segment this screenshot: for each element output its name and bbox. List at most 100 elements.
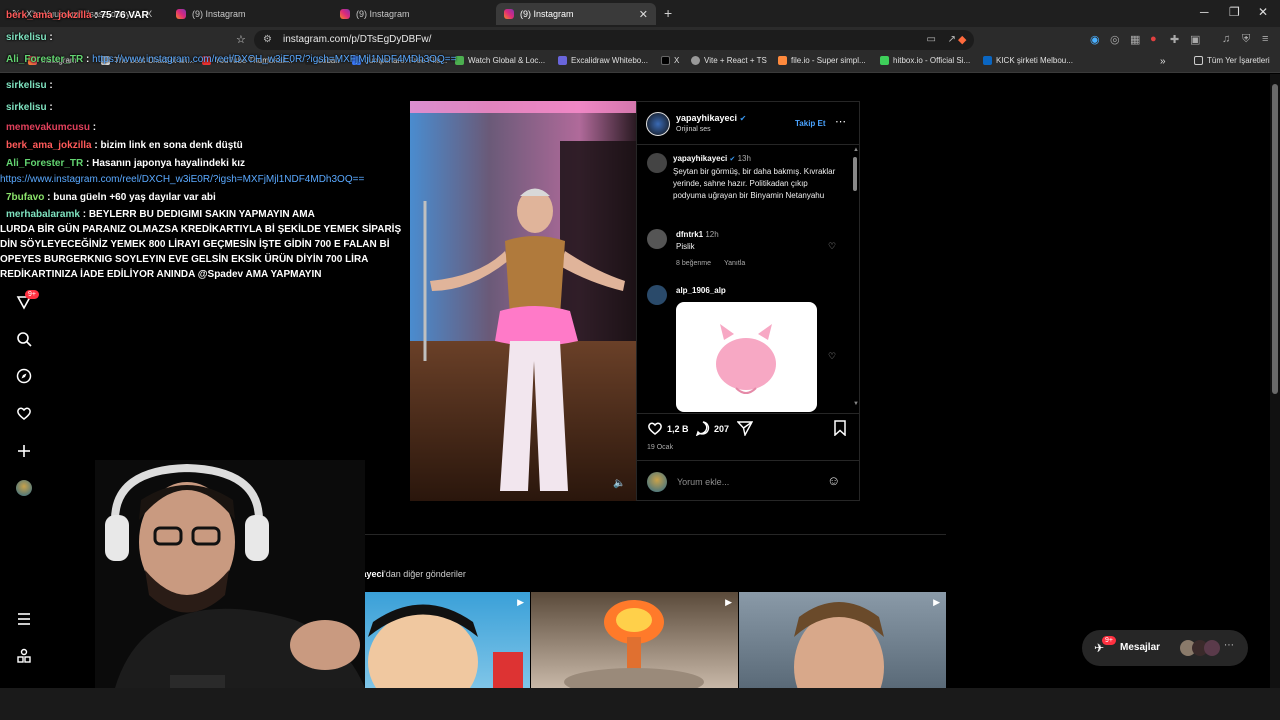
bookmark-star-icon[interactable]: ☆ bbox=[236, 33, 246, 46]
bookmark-fileio[interactable]: file.io - Super simpl... bbox=[778, 56, 866, 65]
minimize-icon[interactable]: ─ bbox=[1200, 5, 1209, 19]
chat-message: REDİKARTINIZA İADE EDİLİYOR ANINDA @Spad… bbox=[0, 267, 321, 282]
close-window-icon[interactable]: ✕ bbox=[1258, 5, 1268, 19]
bookmark-kick-linkedin[interactable]: KICK şirketi Melbou... bbox=[983, 56, 1073, 65]
comment-likes[interactable]: 8 beğenme bbox=[676, 260, 711, 267]
tab-label: (9) Instagram bbox=[520, 9, 574, 19]
tab-instagram-2[interactable]: (9) Instagram bbox=[332, 3, 492, 25]
comment-user[interactable]: dfntrk1 bbox=[676, 230, 703, 239]
heart-icon[interactable] bbox=[14, 403, 34, 423]
streamer-webcam bbox=[95, 460, 365, 688]
chat-message: memevakumcusu : bbox=[6, 120, 96, 135]
messages-button[interactable]: ✈ 9+ Mesajlar ⋯ bbox=[1082, 630, 1248, 666]
chat-separator: : bbox=[79, 209, 89, 220]
vpn-icon[interactable]: ⛨ bbox=[1242, 33, 1250, 46]
save-button[interactable] bbox=[833, 420, 847, 441]
bookmark-watch-global[interactable]: Watch Global & Loc... bbox=[455, 56, 545, 65]
comment-like-heart-icon[interactable]: ♡ bbox=[828, 241, 836, 252]
bookmark-hitbox[interactable]: hitbox.io - Official Si... bbox=[880, 56, 970, 65]
emoji-icon[interactable]: ☺ bbox=[827, 473, 840, 488]
comment-button[interactable] bbox=[695, 420, 711, 441]
chat-username[interactable]: sirkelisu bbox=[6, 32, 47, 43]
url-field[interactable]: ⚙ instagram.com/p/DTsEgDyDBFw/ ▭ ↗ bbox=[254, 30, 974, 50]
new-tab-button[interactable]: + bbox=[664, 5, 672, 21]
profile-avatar[interactable] bbox=[14, 478, 34, 498]
like-count[interactable]: 1,2 B bbox=[667, 424, 689, 434]
comments-scroll-thumb[interactable] bbox=[853, 157, 857, 191]
chat-message: https://www.instagram.com/reel/DXCH_w3iE… bbox=[0, 172, 364, 187]
scroll-down-icon[interactable]: ▼ bbox=[853, 401, 859, 407]
more-menu-icon[interactable] bbox=[14, 609, 34, 629]
related-post-thumbnail[interactable]: ▶ bbox=[739, 592, 946, 688]
tab-instagram-1[interactable]: (9) Instagram bbox=[168, 3, 328, 25]
chat-separator: : bbox=[46, 80, 53, 91]
extension-icon[interactable]: ◎ bbox=[1110, 33, 1120, 46]
page-scrollbar[interactable] bbox=[1270, 74, 1280, 688]
like-button[interactable] bbox=[647, 420, 663, 441]
chat-username[interactable]: merhabalaramk bbox=[6, 209, 80, 220]
reply-button[interactable]: Yanıtla bbox=[724, 260, 745, 267]
brave-shield-icon[interactable]: ◆ bbox=[958, 33, 966, 46]
extension-icon[interactable]: ▦ bbox=[1130, 33, 1140, 46]
scrollbar-thumb[interactable] bbox=[1272, 84, 1278, 394]
create-icon[interactable] bbox=[14, 441, 34, 461]
post-video[interactable]: 🔈 bbox=[410, 101, 636, 501]
comment-count[interactable]: 207 bbox=[714, 424, 729, 434]
chat-username[interactable]: Ali_Forester_TR bbox=[6, 158, 83, 169]
maximize-icon[interactable]: ❐ bbox=[1229, 5, 1240, 19]
folder-icon bbox=[1194, 56, 1203, 65]
cast-icon[interactable]: ▭ bbox=[927, 30, 936, 50]
sidebar-icon[interactable]: ▣ bbox=[1190, 33, 1200, 46]
comment-input[interactable]: Yorum ekle... bbox=[677, 477, 729, 487]
caption-author[interactable]: yapayhikayeci bbox=[673, 154, 727, 163]
bookmark-x[interactable]: X bbox=[661, 56, 679, 65]
chat-text: REDİKARTINIZA İADE EDİLİYOR ANINDA @Spad… bbox=[0, 269, 322, 280]
chat-username[interactable]: 7bufavo bbox=[6, 192, 44, 203]
close-tab-icon[interactable]: ✕ bbox=[639, 8, 648, 21]
menu-icon[interactable]: ≡ bbox=[1262, 33, 1268, 45]
scroll-up-icon[interactable]: ▲ bbox=[853, 147, 859, 153]
site-info-icon[interactable]: ⚙ bbox=[263, 30, 272, 50]
caption-avatar[interactable] bbox=[647, 153, 667, 173]
chat-username[interactable]: berk_ama_jokzilla bbox=[6, 140, 92, 151]
audio-label[interactable]: Orijinal ses bbox=[676, 126, 711, 133]
bookmark-excalidraw[interactable]: Excalidraw Whitebo... bbox=[558, 56, 648, 65]
bookmark-vite[interactable]: Vite + React + TS bbox=[691, 56, 767, 65]
chat-link[interactable]: https://www.instagram.com/reel/DXCH_w3iE… bbox=[92, 54, 456, 65]
related-post-thumbnail[interactable]: ▶ bbox=[531, 592, 738, 688]
bookmarks-overflow-icon[interactable]: » bbox=[1160, 56, 1166, 67]
chat-link[interactable]: https://www.instagram.com/reel/DXCH_w3iE… bbox=[0, 174, 364, 185]
bookmark-icon bbox=[834, 420, 846, 437]
search-icon[interactable] bbox=[14, 329, 34, 349]
comment-avatar[interactable] bbox=[647, 229, 667, 249]
music-icon[interactable]: ♫ bbox=[1222, 33, 1230, 45]
mute-icon[interactable]: 🔈 bbox=[613, 478, 625, 489]
puzzle-icon[interactable]: ✚ bbox=[1170, 33, 1179, 46]
chat-username[interactable]: sirkelisu bbox=[6, 102, 47, 113]
chat-username[interactable]: sirkelisu bbox=[6, 80, 47, 91]
share-button[interactable] bbox=[736, 420, 754, 441]
comment-like-heart-icon[interactable]: ♡ bbox=[828, 351, 836, 362]
tab-instagram-active[interactable]: (9) Instagram ✕ bbox=[496, 3, 656, 25]
browser-tab-bar: 𝕏 X'te Yuusuuuf: "sasa dünya" / X (9) In… bbox=[0, 0, 1280, 27]
reel-icon: ▶ bbox=[517, 597, 524, 607]
chat-username[interactable]: Ali_Forester_TR bbox=[6, 54, 83, 65]
extension-icon[interactable]: ● bbox=[1150, 33, 1157, 45]
comment-user[interactable]: alp_1906_alp bbox=[676, 286, 726, 295]
author-avatar[interactable] bbox=[646, 112, 670, 136]
tab-label: (9) Instagram bbox=[192, 9, 246, 19]
comment-avatar[interactable] bbox=[647, 285, 667, 305]
share-icon[interactable]: ↗ bbox=[948, 30, 956, 50]
chat-username[interactable]: memevakumcusu bbox=[6, 122, 90, 133]
extension-icon[interactable]: ◉ bbox=[1090, 33, 1100, 46]
more-options-icon[interactable]: ⋯ bbox=[835, 115, 846, 128]
all-bookmarks[interactable]: Tüm Yer İşaretleri bbox=[1194, 56, 1270, 65]
chat-username[interactable]: berk_ama_jokzilla bbox=[6, 10, 92, 21]
chat-message: sirkelisu : bbox=[6, 78, 53, 93]
post-author[interactable]: yapayhikayeci ✔ bbox=[676, 113, 746, 123]
explore-icon[interactable] bbox=[14, 366, 34, 386]
meta-apps-icon[interactable] bbox=[14, 646, 34, 666]
comments-scrollbar[interactable]: ▲ ▼ bbox=[852, 147, 859, 409]
reel-icon: ▶ bbox=[725, 597, 732, 607]
follow-button[interactable]: Takip Et bbox=[795, 119, 826, 128]
